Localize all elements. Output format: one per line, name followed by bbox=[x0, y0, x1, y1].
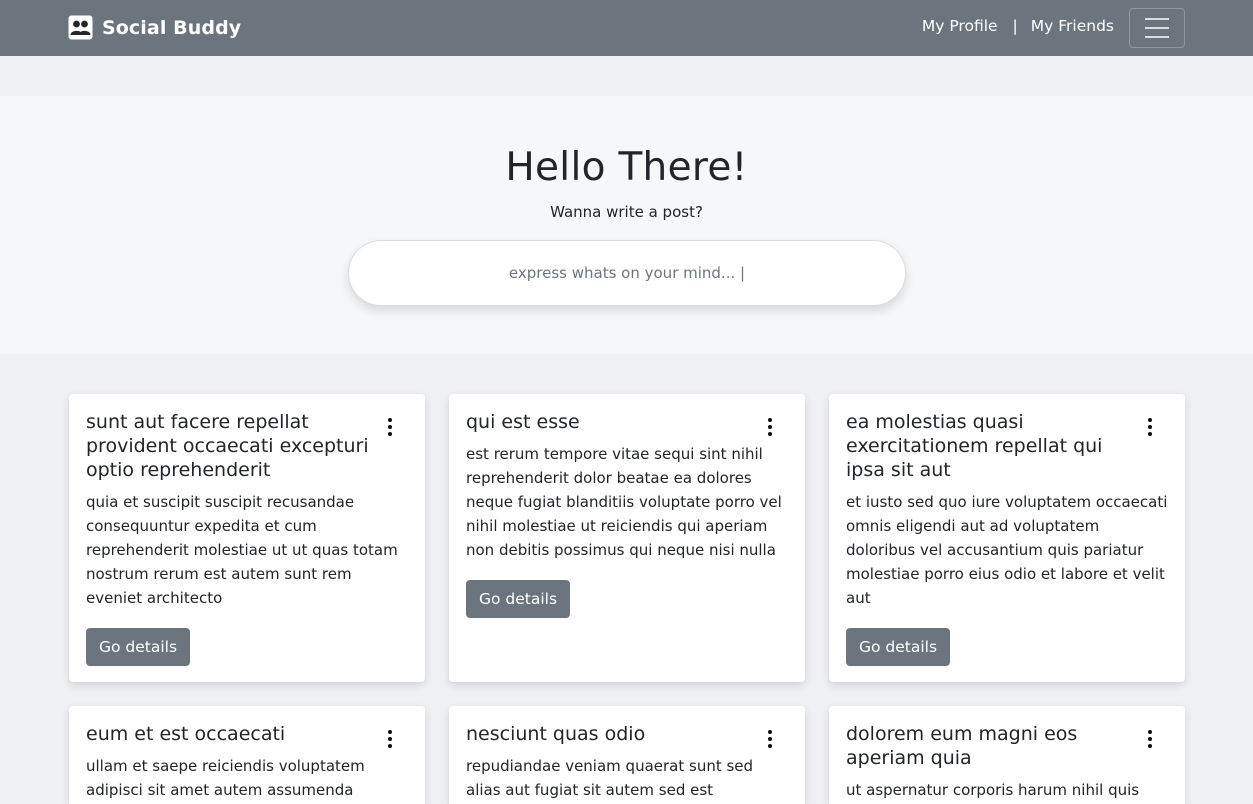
post-body: ut aspernatur corporis harum nihil quis bbox=[846, 781, 1140, 799]
users-icon bbox=[68, 15, 93, 40]
post-title: dolorem eum magni eos aperiam quia bbox=[846, 723, 1078, 769]
hero-title: Hello There! bbox=[505, 145, 748, 190]
vertical-ellipsis-icon[interactable] bbox=[765, 418, 775, 436]
post-card: dolorem eum magni eos aperiam quia ut as… bbox=[829, 706, 1185, 804]
post-title: nesciunt quas odio bbox=[466, 723, 646, 745]
vertical-ellipsis-icon[interactable] bbox=[385, 418, 395, 436]
post-card: nesciunt quas odio repudiandae veniam qu… bbox=[449, 706, 805, 804]
post-title: ea molestias quasi exercitationem repell… bbox=[846, 411, 1103, 481]
post-body: repudiandae veniam quaerat sunt sed alia… bbox=[466, 757, 754, 799]
hero-section: Hello There! Wanna write a post? bbox=[0, 96, 1253, 354]
hamburger-menu-button[interactable] bbox=[1129, 8, 1185, 48]
post-title: qui est esse bbox=[466, 411, 580, 433]
brand-link[interactable]: Social Buddy bbox=[68, 15, 241, 40]
brand-name: Social Buddy bbox=[102, 16, 242, 39]
post-title: eum et est occaecati bbox=[86, 723, 286, 745]
navbar: Social Buddy My Profile | My Friends bbox=[0, 0, 1253, 56]
nav-links: My Profile | My Friends bbox=[922, 17, 1114, 35]
go-details-button[interactable]: Go details bbox=[846, 628, 951, 666]
nav-link-my-profile[interactable]: My Profile bbox=[922, 17, 998, 35]
vertical-ellipsis-icon[interactable] bbox=[1145, 730, 1155, 748]
post-body: ullam et saepe reiciendis voluptatem adi… bbox=[86, 757, 365, 799]
post-card: sunt aut facere repellat provident occae… bbox=[69, 394, 425, 682]
hero-subtitle: Wanna write a post? bbox=[550, 203, 703, 221]
vertical-ellipsis-icon[interactable] bbox=[765, 730, 775, 748]
post-card: ea molestias quasi exercitationem repell… bbox=[829, 394, 1185, 682]
post-body: est rerum tempore vitae sequi sint nihil… bbox=[466, 445, 782, 559]
nav-link-my-friends[interactable]: My Friends bbox=[1031, 17, 1114, 35]
hamburger-menu-icon bbox=[1145, 18, 1169, 20]
vertical-ellipsis-icon[interactable] bbox=[385, 730, 395, 748]
go-details-button[interactable]: Go details bbox=[466, 580, 571, 618]
nav-separator: | bbox=[1012, 17, 1018, 35]
post-input[interactable] bbox=[348, 240, 906, 306]
go-details-button[interactable]: Go details bbox=[86, 628, 191, 666]
vertical-ellipsis-icon[interactable] bbox=[1145, 418, 1155, 436]
post-title: sunt aut facere repellat provident occae… bbox=[86, 411, 369, 481]
post-card: eum et est occaecati ullam et saepe reic… bbox=[69, 706, 425, 804]
post-body: quia et suscipit suscipit recusandae con… bbox=[86, 493, 398, 607]
post-body: et iusto sed quo iure voluptatem occaeca… bbox=[846, 493, 1168, 607]
post-card: qui est esse est rerum tempore vitae seq… bbox=[449, 394, 805, 682]
